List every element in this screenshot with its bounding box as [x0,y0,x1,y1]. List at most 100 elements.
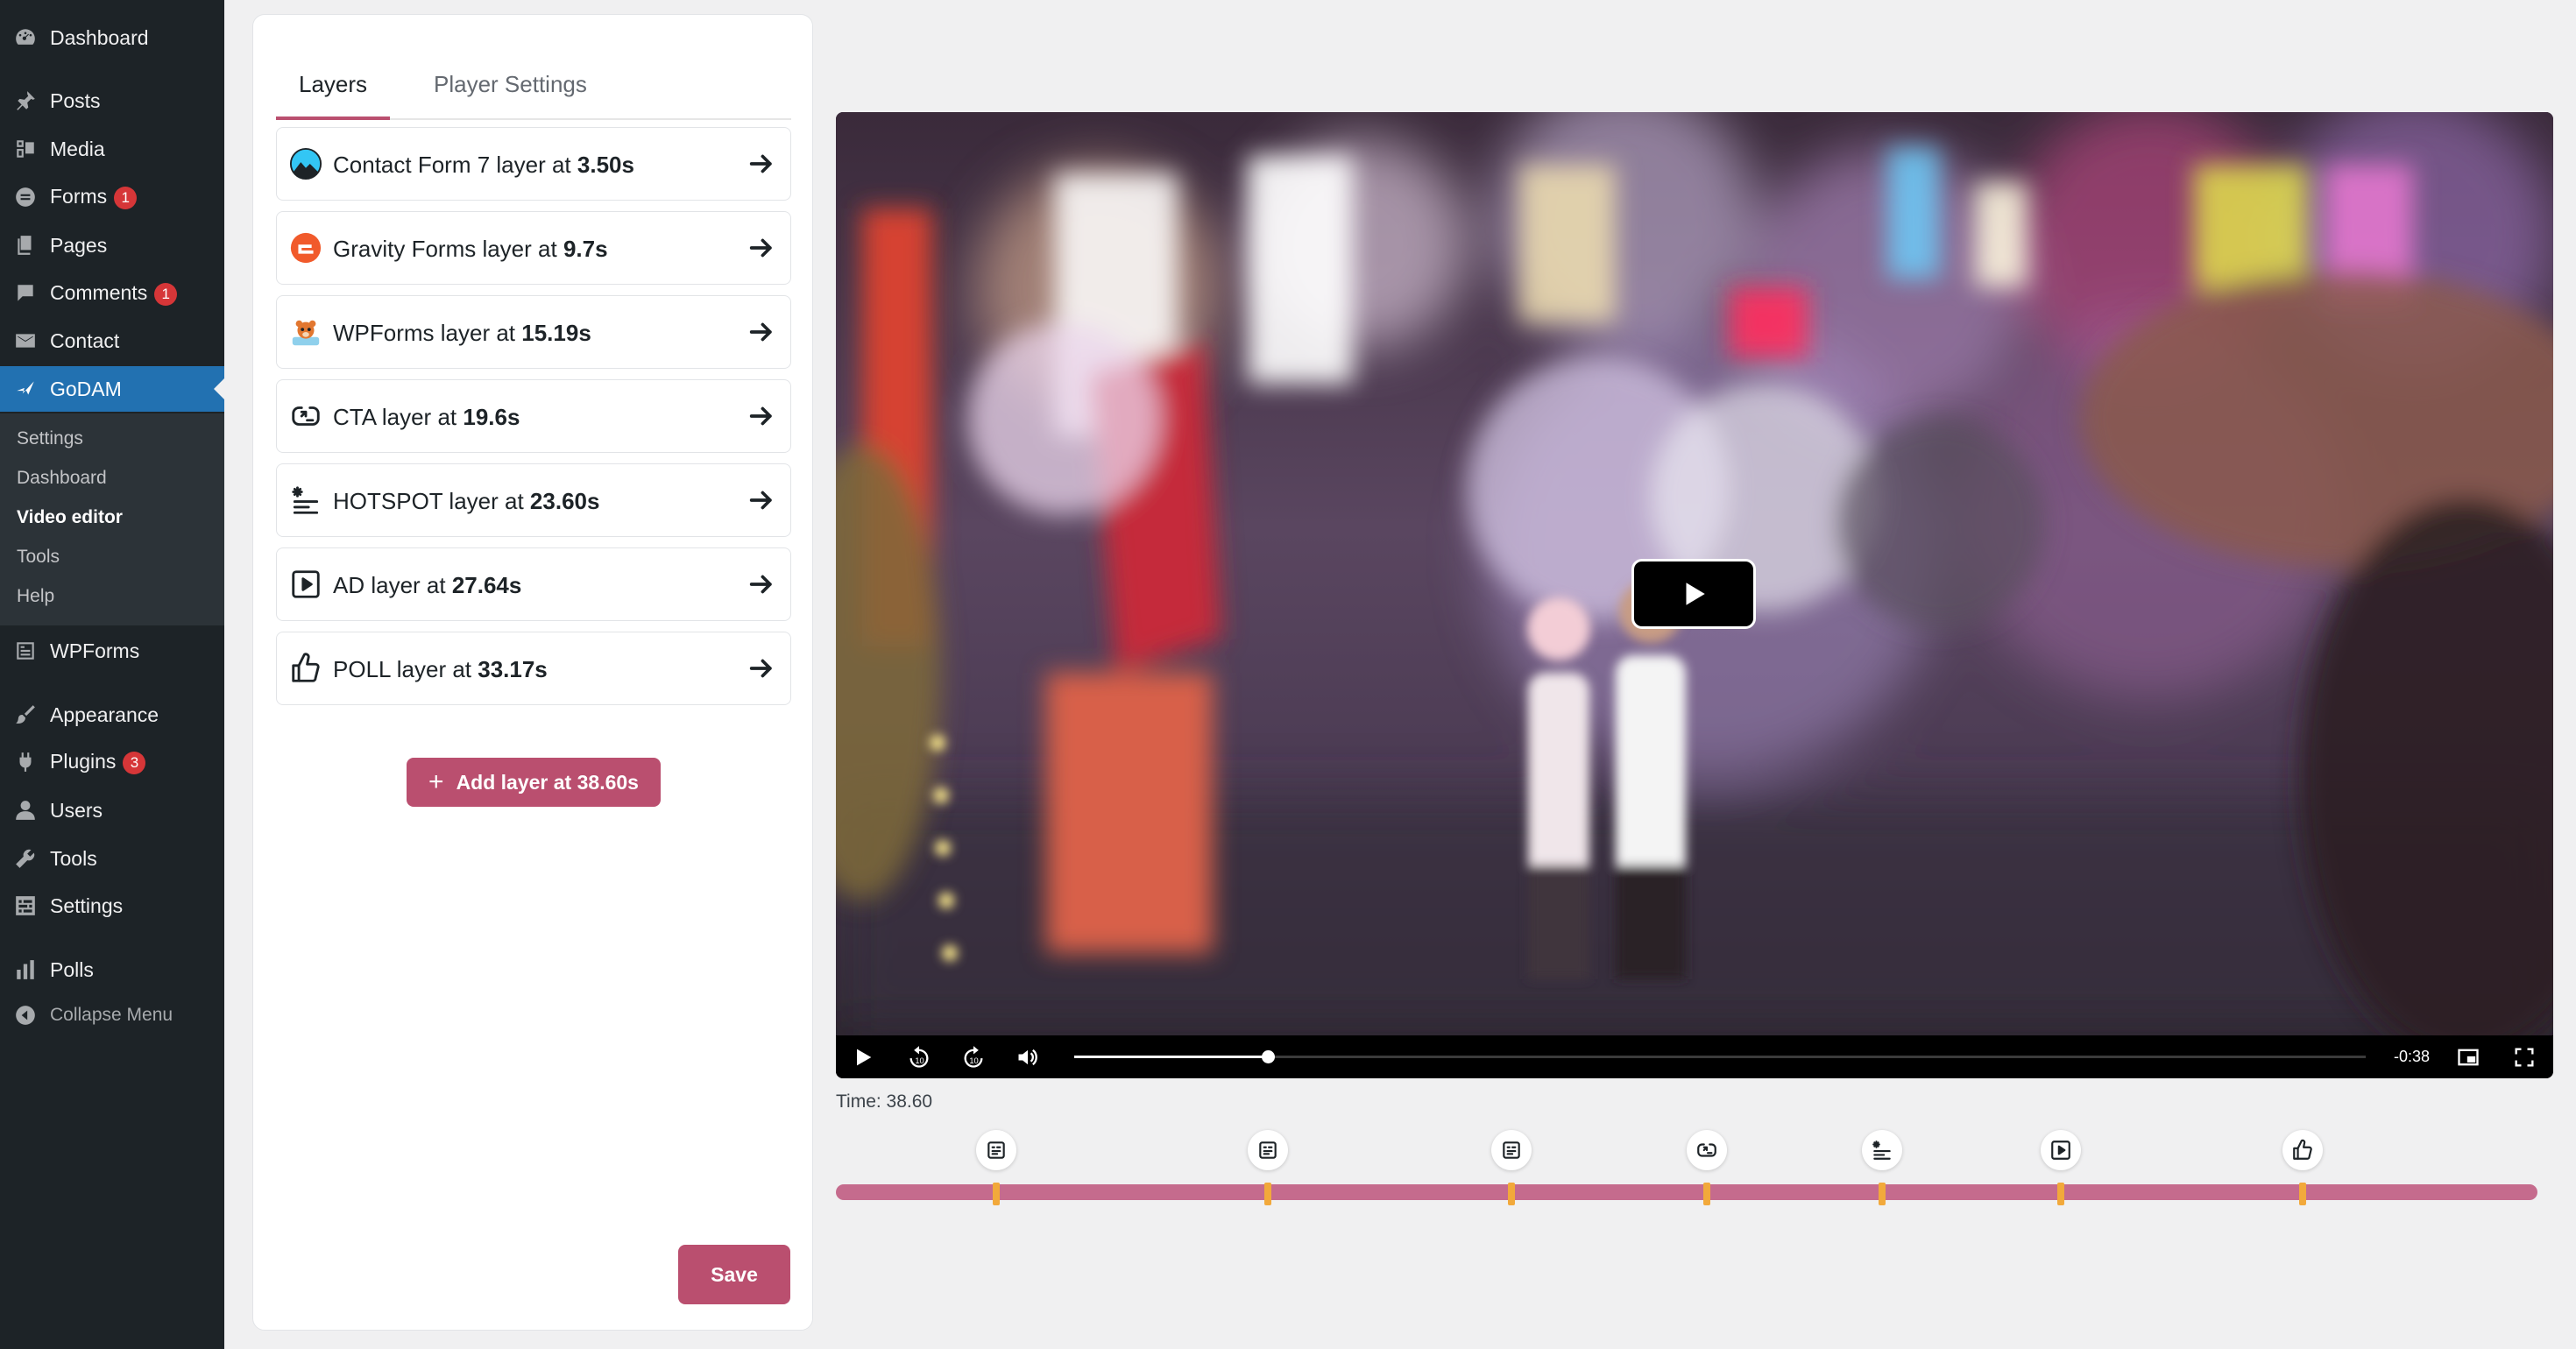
marker-handle[interactable] [992,1183,1000,1205]
sidebar-item-wpforms[interactable]: WPForms [0,628,224,674]
active-indicator [214,378,224,399]
save-button[interactable]: Save [678,1245,790,1304]
layer-row-gravity-forms[interactable]: Gravity Forms layer at 9.7s [276,211,791,285]
collapse-menu-button[interactable]: Collapse Menu [0,992,224,1038]
brush-icon [12,702,39,728]
sidebar-item-appearance[interactable]: Appearance [0,692,224,738]
add-layer-button[interactable]: + Add layer at 38.60s [407,758,661,807]
marker-bubble [2041,1130,2082,1170]
marker-handle[interactable] [1703,1183,1711,1205]
timeline-marker[interactable] [1687,1130,1728,1209]
layer-row-hotspot[interactable]: HOTSPOT layer at 23.60s [276,463,791,537]
timeline-marker[interactable] [2041,1130,2082,1209]
tab-layers[interactable]: Layers [299,71,367,98]
sidebar-item-forms[interactable]: Forms 1 [0,174,224,220]
sidebar-item-tools[interactable]: Tools [0,836,224,881]
hotspot-icon [1872,1141,1892,1160]
sidebar-item-label: WPForms [50,639,140,662]
rewind-10-icon[interactable]: 10 [904,1042,934,1072]
cta-icon [287,398,324,434]
sidebar-item-contact[interactable]: Contact [0,318,224,364]
arrow-right-icon[interactable] [747,485,776,515]
marker-handle[interactable] [1264,1183,1272,1205]
timeline-marker[interactable] [1248,1130,1289,1209]
layer-label: Contact Form 7 layer at 3.50s [333,152,634,178]
marker-handle[interactable] [2299,1183,2306,1205]
sidebar-item-comments[interactable]: Comments 1 [0,271,224,316]
gravity-forms-icon [287,230,324,266]
collapse-icon [12,1002,39,1028]
sidebar-item-dashboard[interactable]: Dashboard [0,15,224,60]
marker-handle[interactable] [1507,1183,1515,1205]
settings-icon [12,893,39,919]
volume-icon[interactable] [1013,1042,1043,1072]
wpforms-bear-icon [287,314,324,350]
arrow-right-icon[interactable] [747,569,776,599]
tab-player-settings[interactable]: Player Settings [434,71,587,98]
svg-text:10: 10 [915,1056,924,1065]
godam-submenu: Settings Dashboard Video editor Tools He… [0,413,224,625]
submenu-item-video-editor[interactable]: Video editor [17,507,123,528]
layer-row-contact-form-7[interactable]: Contact Form 7 layer at 3.50s [276,127,791,201]
plus-icon: + [428,767,444,796]
submenu-item-tools[interactable]: Tools [17,547,60,568]
forward-10-icon[interactable]: 10 [959,1042,988,1072]
sidebar-item-media[interactable]: Media [0,126,224,172]
player-control-bar: 10 10 -0:38 [836,1035,2553,1078]
sidebar-item-settings[interactable]: Settings [0,883,224,929]
notification-badge: 3 [123,751,146,774]
sidebar-item-label: Tools [50,846,97,870]
sidebar-item-plugins[interactable]: Plugins 3 [0,739,224,785]
sidebar-item-pages[interactable]: Pages [0,222,224,268]
dashboard-icon [12,25,39,51]
play-icon[interactable] [848,1042,878,1072]
sidebar-item-label: Appearance [50,703,159,726]
layer-label: CTA layer at 19.6s [333,404,520,430]
arrow-right-icon[interactable] [747,401,776,431]
submenu-item-help[interactable]: Help [17,586,54,607]
add-layer-label: Add layer at 38.60s [456,770,639,794]
godam-icon [12,376,39,402]
submenu-item-settings[interactable]: Settings [17,428,83,449]
fullscreen-icon[interactable] [2509,1042,2539,1072]
thumbs-up-icon [287,650,324,687]
big-play-button[interactable] [1631,559,1756,629]
timeline-marker[interactable] [1862,1130,1903,1209]
panel-tabs: Layers Player Settings [276,53,791,120]
layer-row-cta[interactable]: CTA layer at 19.6s [276,379,791,453]
notification-badge: 1 [154,282,178,306]
layer-row-wpforms[interactable]: WPForms layer at 15.19s [276,295,791,369]
arrow-right-icon[interactable] [747,317,776,347]
progress-bar[interactable] [1074,1050,2366,1063]
wrench-icon [12,845,39,872]
arrow-right-icon[interactable] [747,149,776,179]
form-icon [1259,1141,1277,1159]
notification-badge: 1 [114,186,138,209]
svg-text:10: 10 [969,1056,978,1065]
layer-row-ad[interactable]: AD layer at 27.64s [276,547,791,621]
current-time-label: Time: 38.60 [836,1091,933,1112]
contact-form-7-icon [287,145,324,182]
timeline-marker[interactable] [975,1130,1016,1209]
progress-handle[interactable] [1262,1050,1276,1063]
sidebar-item-users[interactable]: Users [0,788,224,833]
plugin-icon [12,749,39,775]
sidebar-item-godam[interactable]: GoDAM [0,366,224,412]
layer-row-poll[interactable]: POLL layer at 33.17s [276,632,791,705]
pages-icon [12,232,39,258]
sidebar-item-posts[interactable]: Posts [0,78,224,124]
timeline-marker[interactable] [2282,1130,2323,1209]
marker-handle[interactable] [2057,1183,2065,1205]
submenu-item-dashboard[interactable]: Dashboard [17,468,107,489]
marker-handle[interactable] [1879,1183,1886,1205]
arrow-right-icon[interactable] [747,653,776,683]
sidebar-item-polls[interactable]: Polls [0,947,224,992]
arrow-right-icon[interactable] [747,233,776,263]
sidebar-item-label: Posts [50,88,101,112]
video-player[interactable]: 10 10 -0:38 [836,112,2553,1078]
timeline-marker[interactable] [1490,1130,1532,1209]
layer-label: WPForms layer at 15.19s [333,320,591,346]
marker-bubble [975,1130,1016,1170]
picture-in-picture-icon[interactable] [2453,1042,2483,1072]
marker-bubble [1687,1130,1728,1170]
